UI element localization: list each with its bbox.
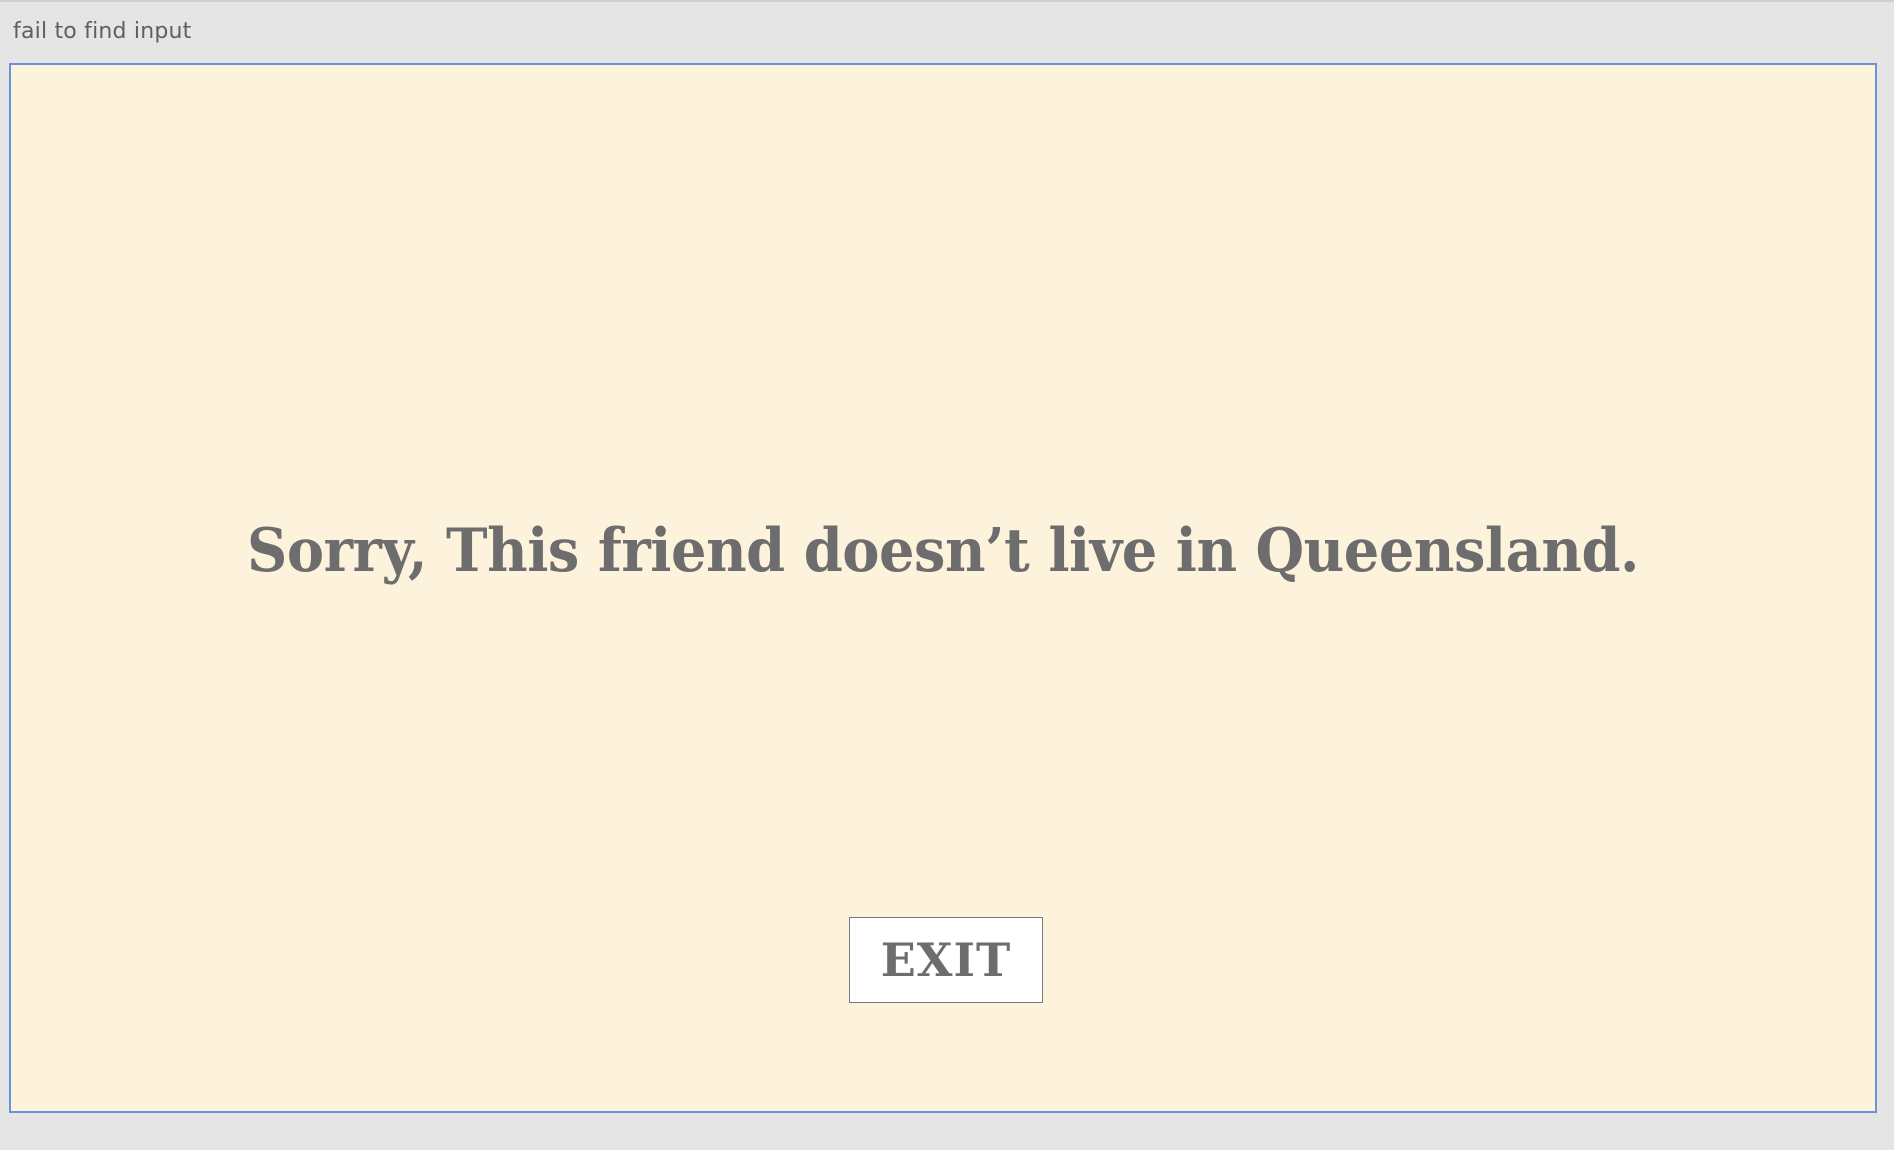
top-divider (0, 0, 1894, 2)
status-message: fail to find input (13, 19, 192, 44)
game-canvas[interactable]: Sorry, This friend doesn’t live in Queen… (9, 63, 1877, 1113)
exit-button[interactable]: EXIT (849, 917, 1043, 1003)
result-message: Sorry, This friend doesn’t live in Queen… (247, 516, 1639, 586)
